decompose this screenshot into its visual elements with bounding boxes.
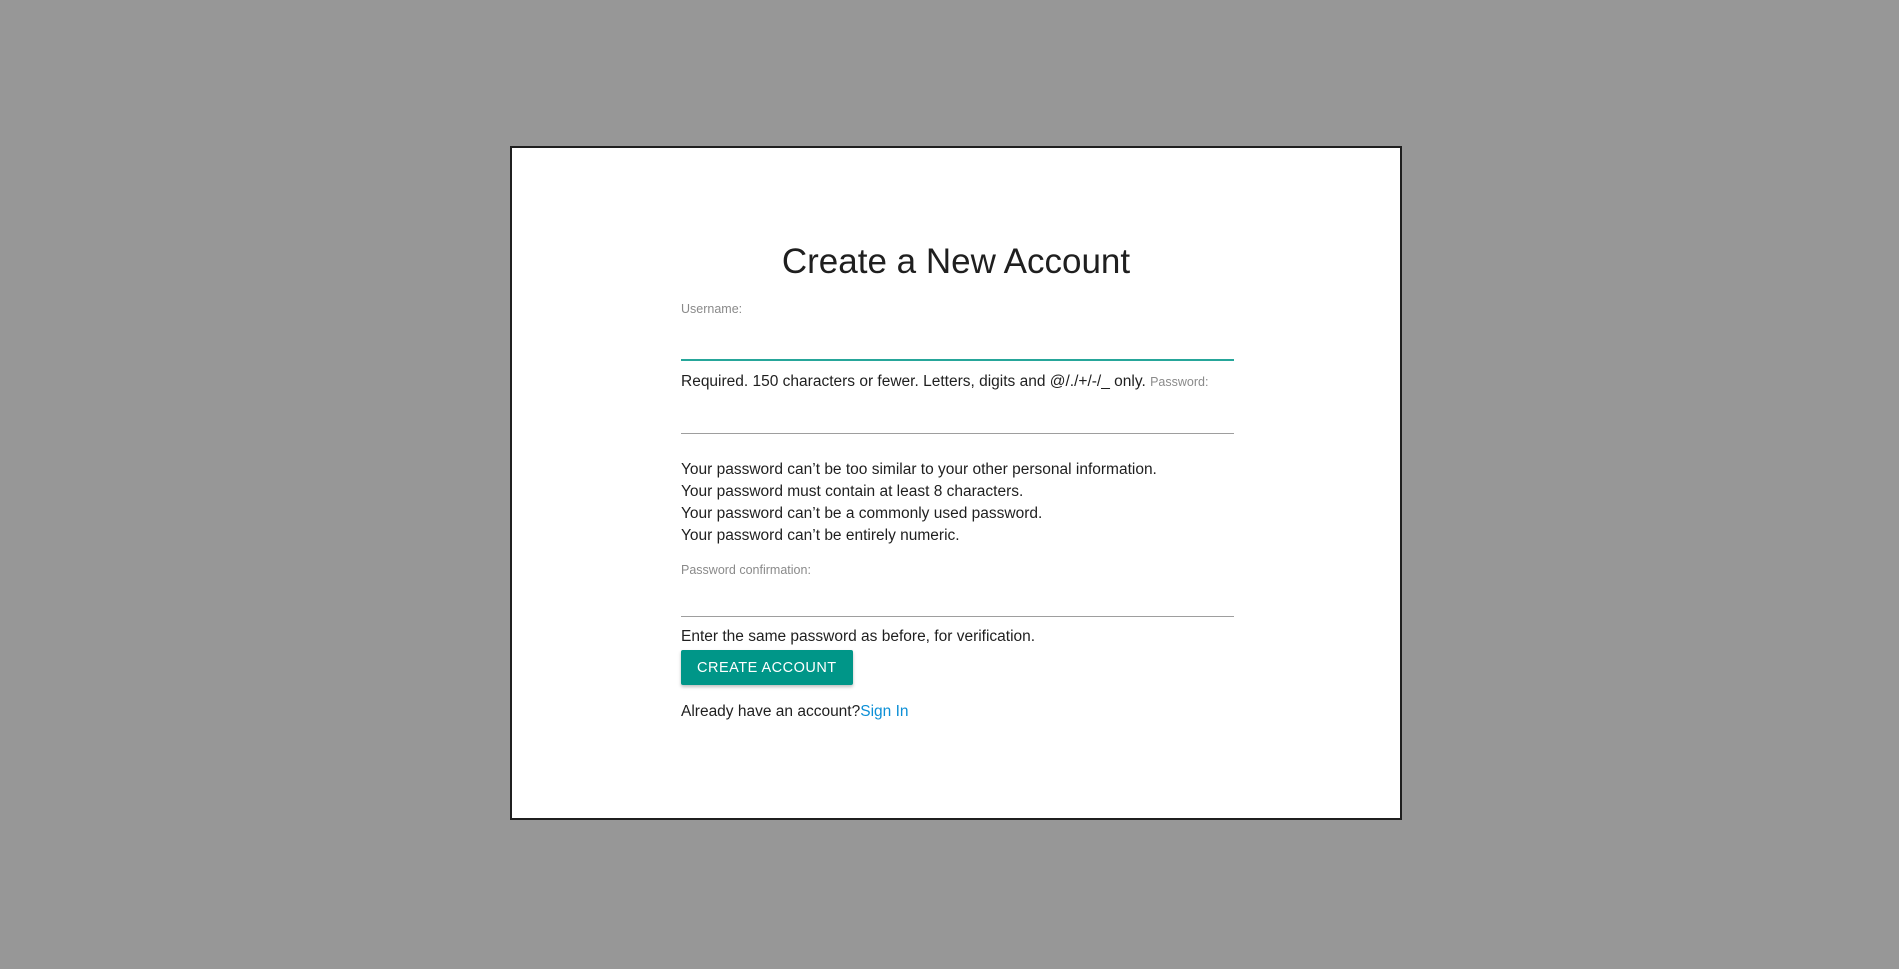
username-help-text: Required. 150 characters or fewer. Lette… <box>681 373 1146 390</box>
password-requirements-list: Your password can’t be too similar to yo… <box>681 459 1234 547</box>
username-input[interactable] <box>681 328 1234 361</box>
signin-prompt: Already have an account?Sign In <box>681 703 1234 721</box>
password-confirmation-help: Enter the same password as before, for v… <box>681 628 1036 645</box>
password-requirement: Your password can’t be too similar to yo… <box>681 461 1157 478</box>
signin-link[interactable]: Sign In <box>860 703 908 720</box>
password-input[interactable] <box>681 401 1234 434</box>
password-confirmation-label: Password confirmation: <box>681 563 811 577</box>
password-requirement: Your password can’t be a commonly used p… <box>681 505 1043 522</box>
signup-form: Username: Required. 150 characters or fe… <box>681 300 1234 721</box>
signup-dialog: Create a New Account Username: Required.… <box>510 146 1402 820</box>
username-label: Username: <box>681 302 743 316</box>
password-requirement: Your password can’t be entirely numeric. <box>681 527 960 544</box>
signin-prompt-text: Already have an account? <box>681 703 861 720</box>
username-help-row: Required. 150 characters or fewer. Lette… <box>681 371 1234 393</box>
create-account-button[interactable]: CREATE ACCOUNT <box>681 650 853 685</box>
page-title: Create a New Account <box>781 242 1131 281</box>
password-confirmation-input[interactable] <box>681 584 1234 617</box>
password-requirement: Your password must contain at least 8 ch… <box>681 483 1024 500</box>
password-label: Password: <box>1150 375 1209 389</box>
